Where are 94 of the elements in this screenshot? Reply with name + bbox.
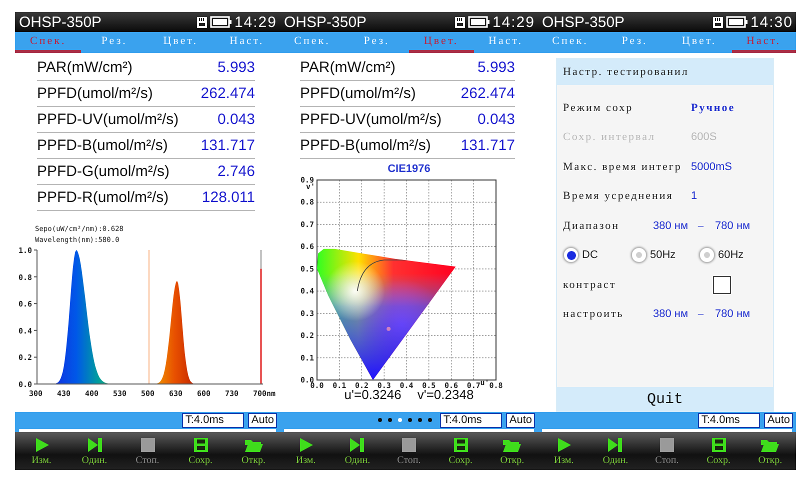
reading-value: 262.474 (200, 85, 255, 102)
panel-heading: Настр. тестированил (557, 59, 773, 85)
range-end[interactable]: 780 нм (715, 220, 750, 232)
sd-card-icon (196, 16, 208, 28)
range-end[interactable]: 780 нм (715, 308, 750, 320)
reading-label: PPFD-B(umol/m²/s) (37, 137, 168, 154)
battery-icon (468, 16, 490, 28)
page-dot[interactable] (428, 418, 432, 422)
page-dot[interactable] (418, 418, 422, 422)
coordinate-value: u'=0.3246 (344, 387, 402, 402)
radio-label: DC (582, 249, 598, 262)
reading-label: PPFD(umol/m²/s) (300, 85, 416, 102)
page-dot[interactable] (398, 418, 402, 422)
reading-label: PAR(mW/cm²) (300, 59, 396, 76)
range-start[interactable]: 380 нм (653, 308, 688, 320)
toolbar-button[interactable]: Сохр. (692, 432, 744, 470)
battery-icon (726, 16, 748, 28)
radio-label: 50Hz (650, 249, 676, 262)
toolbar-button[interactable]: Откр. (744, 432, 796, 470)
reading-value: 5.993 (477, 59, 515, 76)
auto-mode-field[interactable]: Auto (248, 412, 277, 428)
reading-label: PPFD-G(umol/m²/s) (37, 163, 170, 180)
reading-value: 5.993 (217, 59, 255, 76)
integration-time-field[interactable]: T:4.0ms (182, 412, 244, 428)
reading-value: 262.474 (460, 85, 515, 102)
toolbar-button[interactable]: Сохр. (434, 432, 486, 470)
stop-icon (400, 436, 417, 452)
sd-card-icon (712, 16, 724, 28)
auto-mode-field[interactable]: Auto (506, 412, 535, 428)
reading-label: PPFD-R(umol/m²/s) (37, 189, 169, 206)
toolbar-button[interactable]: Один. (590, 432, 642, 470)
reading-value: 0.043 (477, 111, 515, 128)
checkbox[interactable] (713, 276, 731, 294)
setting-value[interactable]: Ручное (691, 102, 736, 114)
toolbar-button[interactable]: Изм. (538, 432, 590, 470)
range-dash: – (698, 308, 706, 320)
setting-label: контраст (563, 278, 618, 291)
page-dot[interactable] (388, 418, 392, 422)
sd-card-icon (454, 16, 466, 28)
radio-button[interactable] (631, 247, 647, 264)
stop-icon (658, 436, 675, 452)
reading-value: 131.717 (460, 137, 515, 154)
chart-title: CIE1976 (388, 163, 430, 175)
setting-label: Диапазон (563, 220, 621, 232)
reading-label: PPFD(umol/m²/s) (37, 85, 153, 102)
clock-time: 14:30 (750, 14, 793, 30)
setting-label: Режим сохр (563, 102, 634, 114)
toolbar-button[interactable]: Изм. (15, 432, 68, 470)
setting-label: Сохр. интервал (563, 131, 657, 144)
clock-time: 14:29 (234, 14, 277, 30)
step-forward-icon (607, 436, 624, 452)
setting-label: настроить (563, 308, 625, 320)
integration-time-field[interactable]: T:4.0ms (698, 412, 760, 428)
page-dot[interactable] (378, 418, 382, 422)
toolbar-button[interactable]: Один. (332, 432, 384, 470)
range-start[interactable]: 380 нм (653, 220, 688, 232)
reading-value: 131.717 (200, 137, 255, 154)
reading-label: PPFD-UV(umol/m²/s) (37, 111, 179, 128)
range-dash: – (698, 220, 706, 232)
battery-icon (210, 16, 232, 28)
stop-icon (140, 436, 156, 452)
setting-value[interactable]: 1 (691, 190, 698, 202)
reading-label: PAR(mW/cm²) (37, 59, 133, 76)
step-forward-icon (349, 436, 366, 452)
play-icon (556, 436, 572, 452)
radio-label: 60Hz (718, 249, 744, 262)
device-title: OHSP-350P (19, 14, 102, 30)
radio-button[interactable] (563, 247, 579, 264)
integration-time-field[interactable]: T:4.0ms (440, 412, 502, 428)
toolbar-button[interactable]: Один. (68, 432, 121, 470)
radio-button[interactable] (699, 247, 715, 264)
reading-label: PPFD-B(umol/m²/s) (300, 137, 431, 154)
setting-label: Время усреднения (563, 190, 674, 202)
reading-value: 0.043 (217, 111, 255, 128)
device-title: OHSP-350P (284, 14, 367, 30)
setting-label: Макс. время интегр (563, 160, 683, 173)
play-icon (298, 436, 314, 452)
reading-value: 128.011 (202, 189, 255, 206)
reading-label: PPFD-UV(umol/m²/s) (300, 111, 442, 128)
device-title: OHSP-350P (542, 14, 625, 30)
setting-value[interactable]: 5000mS (691, 160, 732, 173)
quit-button[interactable]: Quit (557, 387, 773, 412)
auto-mode-field[interactable]: Auto (764, 412, 793, 428)
toolbar-button[interactable]: Сохр. (174, 432, 227, 470)
coordinate-value: v'=0.2348 (417, 387, 474, 402)
page-dot[interactable] (408, 418, 412, 422)
toolbar-button[interactable]: Откр. (227, 432, 280, 470)
step-forward-icon (86, 436, 102, 452)
toolbar-button[interactable]: Изм. (280, 432, 332, 470)
toolbar-button[interactable]: Откр. (486, 432, 538, 470)
reading-value: 2.746 (217, 163, 255, 180)
data-point (386, 326, 391, 331)
play-icon (34, 436, 50, 452)
clock-time: 14:29 (492, 14, 535, 30)
